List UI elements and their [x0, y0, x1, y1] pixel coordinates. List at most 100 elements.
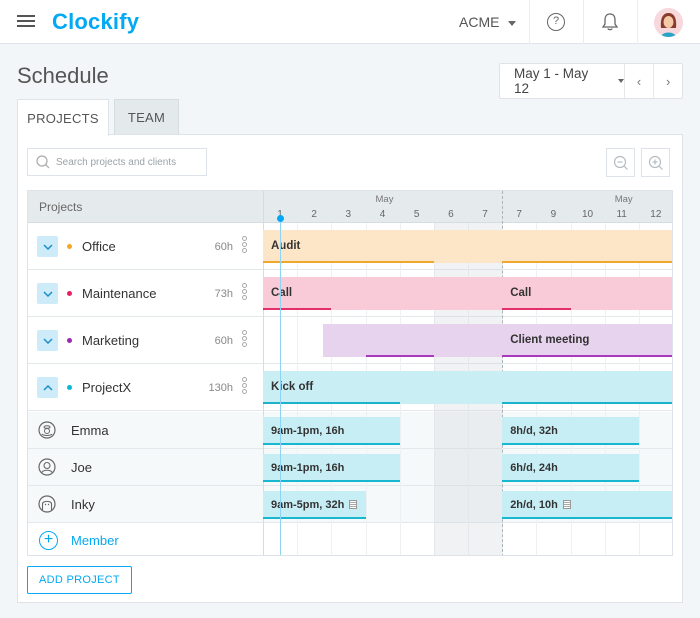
- assignment-label: Kick off: [271, 381, 314, 393]
- assignment-progress-line: [263, 261, 434, 263]
- project-name[interactable]: Marketing: [82, 333, 139, 348]
- joe-avatar-icon: [38, 458, 56, 481]
- member-assignment-bar[interactable]: 2h/d, 10h: [502, 491, 672, 519]
- assignment-text: 6h/d, 24h: [510, 462, 558, 474]
- assignment-text: 9am-5pm, 32h: [271, 499, 345, 511]
- assignment-text: 9am-1pm, 16h: [271, 462, 345, 474]
- caret-down-icon: [508, 20, 517, 26]
- next-period-button[interactable]: ›: [653, 64, 682, 98]
- assignment-progress-line: [263, 402, 400, 404]
- member-name: Inky: [71, 497, 95, 512]
- previous-period-button[interactable]: ‹: [625, 64, 654, 98]
- zoom-out-icon: [613, 155, 628, 170]
- divider: [637, 0, 638, 44]
- assignment-bar[interactable]: Kick off: [263, 371, 672, 404]
- assignment-progress-line: [365, 355, 434, 357]
- inky-avatar-icon: [38, 495, 56, 518]
- assignment-bar[interactable]: Audit: [263, 230, 672, 263]
- assignment-progress-line: [263, 308, 332, 310]
- add-member-link[interactable]: Member: [71, 533, 119, 548]
- project-name[interactable]: Office: [82, 239, 116, 254]
- clockify-logo[interactable]: Clockify: [52, 9, 139, 35]
- assignment-progress-line: [502, 517, 672, 519]
- project-hours: 60h: [214, 241, 233, 253]
- schedule-grid: Projects MayMay123456779101112 Office60h…: [27, 190, 673, 556]
- member-assignment-bar[interactable]: 9am-1pm, 16h: [263, 454, 400, 482]
- more-options-icon[interactable]: [242, 236, 248, 254]
- plus-icon[interactable]: +: [39, 531, 58, 550]
- member-assignment-label: 2h/d, 10h: [510, 499, 571, 511]
- zoom-in-button[interactable]: [641, 148, 670, 177]
- assignment-progress-line: [502, 402, 672, 404]
- assignment-label: Call: [510, 287, 532, 299]
- project-name[interactable]: Maintenance: [82, 286, 156, 301]
- project-color-dot: [67, 291, 72, 296]
- add-project-button[interactable]: ADD PROJECT: [27, 566, 132, 594]
- assignment-progress-line: [502, 355, 672, 357]
- expand-button[interactable]: [37, 236, 58, 257]
- assignment-progress-line: [502, 308, 571, 310]
- bell-icon[interactable]: [601, 12, 619, 32]
- chevron-down-icon: [42, 290, 53, 297]
- user-avatar[interactable]: [654, 8, 683, 37]
- date-range-dropdown[interactable]: May 1 - May 12: [500, 64, 625, 98]
- project-hours: 73h: [214, 288, 233, 300]
- today-marker-icon: [277, 215, 285, 222]
- member-assignment-label: 9am-1pm, 16h: [271, 462, 344, 474]
- more-options-icon[interactable]: [242, 330, 248, 348]
- assignment-text: 8h/d, 32h: [510, 425, 558, 437]
- project-color-dot: [67, 338, 72, 343]
- member-assignment-bar[interactable]: 8h/d, 32h: [502, 417, 639, 445]
- assignment-bar[interactable]: [323, 324, 502, 357]
- top-bar: Clockify ACME ?: [0, 0, 700, 44]
- note-icon: [349, 500, 358, 509]
- expand-button[interactable]: [37, 283, 58, 304]
- assignment-progress-line: [502, 261, 672, 263]
- project-name[interactable]: ProjectX: [82, 380, 131, 395]
- assignment-label: Call: [271, 287, 293, 299]
- member-name: Emma: [71, 423, 109, 438]
- member-assignment-bar[interactable]: 9am-1pm, 16h: [263, 417, 400, 445]
- page-title: Schedule: [17, 63, 109, 88]
- assignment-label: Audit: [271, 240, 301, 252]
- member-assignment-label: 9am-5pm, 32h: [271, 499, 358, 511]
- search-icon: [36, 155, 50, 169]
- workspace-selector[interactable]: ACME: [459, 14, 517, 30]
- user-avatar-icon: [654, 8, 683, 37]
- search-box: [27, 148, 207, 176]
- zoom-in-icon: [648, 155, 663, 170]
- divider: [529, 0, 530, 44]
- search-input[interactable]: [56, 156, 206, 168]
- tab-team[interactable]: TEAM: [114, 99, 179, 135]
- assignment-progress-line: [263, 443, 400, 445]
- assignment-text: 2h/d, 10h: [510, 499, 558, 511]
- zoom-out-button[interactable]: [606, 148, 635, 177]
- assignment-bar[interactable]: Call: [502, 277, 672, 310]
- member-assignment-bar[interactable]: 9am-5pm, 32h: [263, 491, 366, 519]
- project-color-dot: [67, 385, 72, 390]
- chevron-up-icon: [42, 384, 53, 391]
- assignment-bar[interactable]: Call: [263, 277, 434, 310]
- help-icon[interactable]: ?: [547, 13, 565, 31]
- chevron-down-icon: [42, 337, 53, 344]
- chevron-down-icon: [42, 243, 53, 250]
- collapse-button[interactable]: [37, 377, 58, 398]
- divider: [583, 0, 584, 44]
- projects-column-header: Projects: [39, 200, 83, 214]
- member-assignment-label: 9am-1pm, 16h: [271, 425, 344, 437]
- member-assignment-bar[interactable]: 6h/d, 24h: [502, 454, 639, 482]
- tab-projects[interactable]: PROJECTS: [17, 99, 109, 136]
- caret-down-icon: [617, 79, 624, 83]
- project-color-dot: [67, 244, 72, 249]
- expand-button[interactable]: [37, 330, 58, 351]
- timeline: Audit Call Call Client meeting Kick off 9am-1…: [263, 191, 672, 555]
- project-hours: 60h: [214, 335, 233, 347]
- schedule-panel: Projects MayMay123456779101112 Office60h…: [17, 134, 683, 603]
- date-range-picker: May 1 - May 12 ‹ ›: [499, 63, 683, 99]
- date-range-label: May 1 - May 12: [514, 66, 589, 96]
- more-options-icon[interactable]: [242, 377, 248, 395]
- assignment-bar[interactable]: Client meeting: [502, 324, 672, 357]
- hamburger-menu-icon[interactable]: [17, 15, 35, 29]
- assignment-text: 9am-1pm, 16h: [271, 425, 345, 437]
- more-options-icon[interactable]: [242, 283, 248, 301]
